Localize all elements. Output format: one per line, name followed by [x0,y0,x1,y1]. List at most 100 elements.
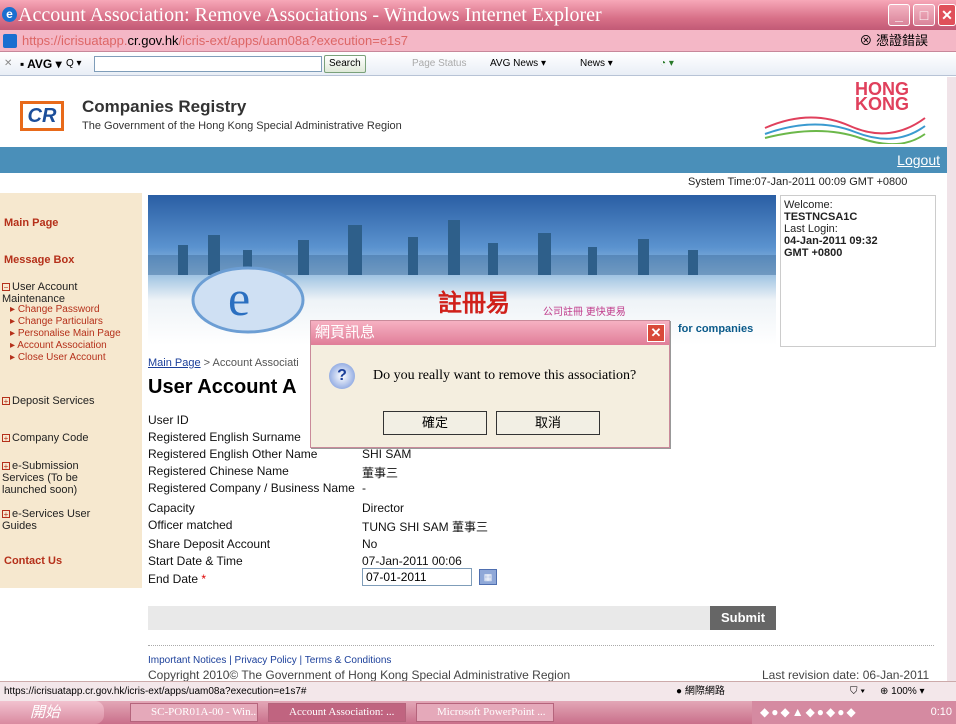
value-other-name: SHI SAM [362,447,412,461]
label-start-date: Start Date & Time [148,554,243,568]
system-tray: ◆●◆▲◆●◆●◆ 0:10 [752,701,956,724]
sidebar-item-change-particulars[interactable]: ▸ Change Particulars [0,316,142,328]
breadcrumb: Main Page > Account Associati [148,357,299,369]
tray-icons[interactable]: ◆●◆▲◆●◆●◆ [760,705,858,719]
value-share-deposit: No [362,537,378,551]
page-icon [3,34,17,48]
scrollbar[interactable] [947,77,956,682]
last-revision: Last revision date: 06-Jan-2011 [762,668,930,682]
welcome-label: Welcome: [784,199,833,211]
window-title-bar: Account Association: Remove Associations… [0,0,956,30]
label-end-date: End Date * [148,572,207,586]
expand-icon[interactable]: + [2,462,10,471]
toolbar-extra-icon[interactable]: ◔ ▾ [660,52,674,76]
breadcrumb-current: > Account Associati [203,357,299,369]
avg-menu[interactable]: ▪ AVG ▾ [20,52,62,76]
sidebar-user-account-maintenance[interactable]: − User Account Maintenance [0,281,142,305]
zoom-level[interactable]: ⊕ 100% ▾ [880,682,925,701]
label-user-id: User ID [148,413,189,427]
task-button-2[interactable]: Account Association: ... [268,703,406,722]
last-login-label: Last Login: [784,223,838,235]
label-chinese-name: Registered Chinese Name [148,464,289,478]
expand-icon[interactable]: + [2,434,10,443]
footer-links[interactable]: Important Notices | Privacy Policy | Ter… [148,655,391,666]
confirm-dialog: 網頁訊息 ✕ ? Do you really want to remove th… [310,320,670,448]
avg-news-menu[interactable]: AVG News ▾ [490,52,546,76]
task-button-3[interactable]: Microsoft PowerPoint ... [416,703,554,722]
org-subtitle: The Government of the Hong Kong Special … [82,120,402,132]
value-start-date: 07-Jan-2011 00:06 [362,554,462,568]
sidebar-item-personalise[interactable]: ▸ Personalise Main Page [0,328,142,340]
breadcrumb-home-link[interactable]: Main Page [148,357,201,369]
value-officer: TUNG SHI SAM 董事三 [362,520,489,534]
toolbar-search-button[interactable]: Search [324,55,366,73]
start-button[interactable]: 開始 [0,701,104,724]
page-status[interactable]: Page Status [412,52,466,76]
label-other-name: Registered English Other Name [148,447,318,461]
sidebar-main-page[interactable]: Main Page [0,217,142,229]
sidebar-e-submission[interactable]: + e-Submission Services (To be launched s… [0,460,120,496]
ie-icon: e [2,7,17,22]
expand-icon[interactable]: + [2,510,10,519]
sidebar-item-change-password[interactable]: ▸ Change Password [0,304,142,316]
dialog-close-icon[interactable]: ✕ [647,324,665,342]
page-title: User Account A [148,376,297,398]
label-company: Registered Company / Business Name [148,481,355,495]
sidebar-message-box[interactable]: Message Box [0,254,142,266]
ok-button[interactable]: 確定 [383,411,487,435]
collapse-icon[interactable]: − [2,283,10,292]
end-date-input[interactable]: 07-01-2011 [362,568,472,586]
hk-ribbon-icon [764,116,926,144]
expand-icon[interactable]: + [2,397,10,406]
system-time: System Time:07-Jan-2011 00:09 GMT +0800 [688,176,908,188]
search-dropdown[interactable]: Q ▾ [66,52,82,76]
close-window-button[interactable]: ✕ [938,4,956,26]
maximize-button[interactable]: □ [913,4,935,26]
question-icon: ? [329,363,355,389]
submit-bar [148,606,776,630]
cr-logo: CR [20,101,64,131]
sidebar-deposit-services[interactable]: + Deposit Services [0,395,142,407]
value-chinese-name: 董事三 [362,466,399,480]
label-share-deposit: Share Deposit Account [148,537,271,551]
window-title: Account Association: Remove Associations… [18,4,602,26]
status-bar: https://icrisuatapp.cr.gov.hk/icris-ext/… [0,681,956,701]
required-marker: * [201,572,207,586]
internet-zone: ● 網際網路 [676,686,725,697]
last-login-value: 04-Jan-2011 09:32 GMT +0800 [784,235,878,259]
dialog-title: 網頁訊息 [311,321,669,345]
close-toolbar-icon[interactable]: ✕ [4,52,12,76]
sidebar-company-code[interactable]: + Company Code [0,432,142,444]
footer-divider [148,645,934,646]
banner-brand: 註冊易 [438,290,510,317]
certificate-error[interactable]: ⊗ 憑證錯誤 [859,30,928,51]
label-surname: Registered English Surname [148,430,301,444]
logout-link[interactable]: Logout [897,152,940,168]
avg-toolbar: ✕ ▪ AVG ▾ Q ▾ Search Page Status AVG New… [0,52,956,76]
label-officer: Officer matched [148,518,233,532]
sidebar-item-account-association[interactable]: ▸ Account Association [0,340,142,352]
welcome-panel: Welcome: TESTNCSA1C Last Login: 04-Jan-2… [780,195,936,347]
toolbar-search-input[interactable] [94,56,322,72]
minimize-button[interactable]: _ [888,4,910,26]
submit-button[interactable]: Submit [710,606,776,630]
value-capacity: Director [362,501,405,515]
sidebar-e-services[interactable]: + e-Services User Guides [0,508,120,532]
label-capacity: Capacity [148,501,195,515]
address-bar[interactable]: https://icrisuatapp.cr.gov.hk/icris-ext/… [0,30,956,52]
status-url: https://icrisuatapp.cr.gov.hk/icris-ext/… [4,686,307,697]
sidebar-item-close-account[interactable]: ▸ Close User Account [0,352,142,364]
url-text[interactable]: https://icrisuatapp.cr.gov.hk/icris-ext/… [22,30,408,51]
protected-mode-icon[interactable]: ⛉ ▾ [850,682,865,701]
banner-tag: for companies [678,323,754,335]
sidebar-contact-us[interactable]: Contact Us [0,555,142,567]
calendar-icon[interactable]: ▦ [479,569,497,585]
cancel-button[interactable]: 取消 [496,411,600,435]
dialog-message: Do you really want to remove this associ… [373,368,637,383]
clock: 0:10 [930,706,952,718]
org-name: Companies Registry [82,97,247,116]
copyright: Copyright 2010© The Government of Hong K… [148,668,571,682]
banner-slogan: 公司註冊 更快更易 [543,307,626,318]
task-button-1[interactable]: SC-POR01A-00 - Win... [130,703,258,722]
news-menu[interactable]: News ▾ [580,52,613,76]
